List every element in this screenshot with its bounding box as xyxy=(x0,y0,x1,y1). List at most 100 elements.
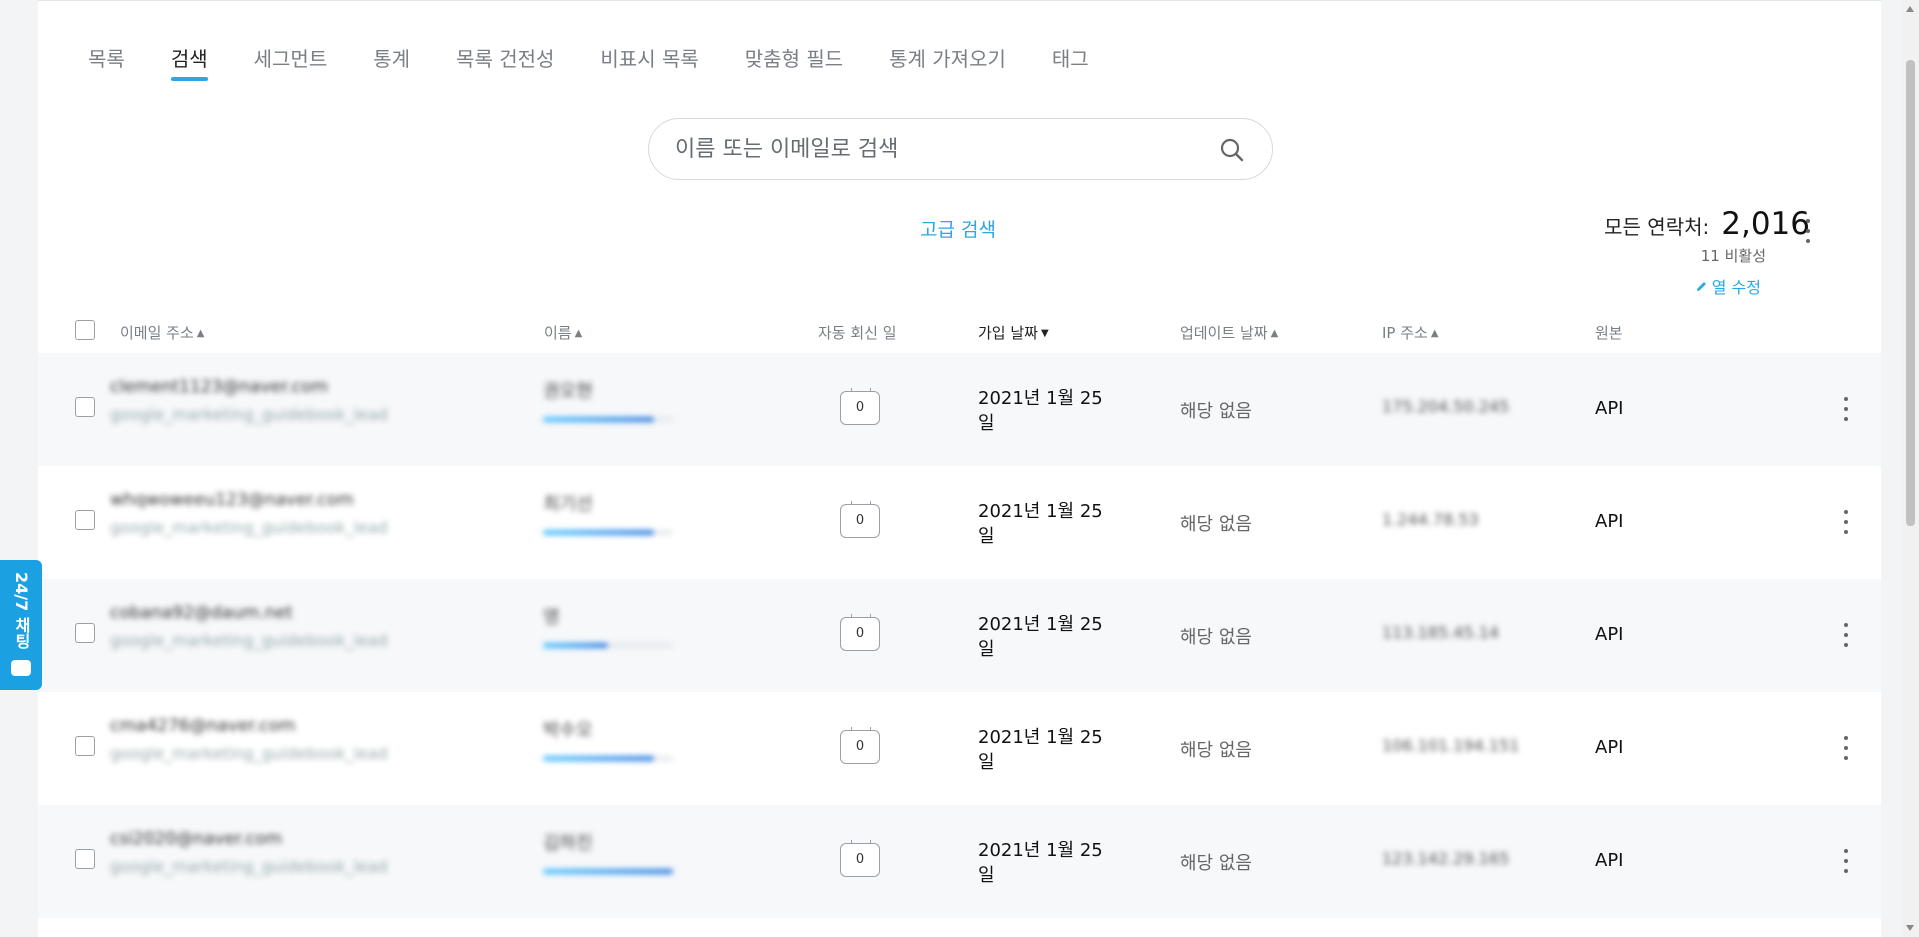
updated-date: 해당 없음 xyxy=(1180,853,1252,874)
updated-date: 해당 없음 xyxy=(1180,740,1252,761)
autoreply-calendar-icon: 0 xyxy=(840,388,880,425)
tab-import-stats[interactable]: 통계 가져오기 xyxy=(889,45,1006,81)
tab-custom-fields[interactable]: 맞춤형 필드 xyxy=(745,45,843,81)
contact-email-cell[interactable]: whqwoweeu123@naver.com google_marketing_g… xyxy=(110,490,410,537)
source: API xyxy=(1595,850,1624,871)
contact-name-cell: 김하진 xyxy=(543,829,693,874)
contact-name-cell: 영 xyxy=(543,603,693,648)
row-checkbox[interactable] xyxy=(75,623,95,643)
contact-name: 박수오 xyxy=(543,720,593,741)
engagement-fill xyxy=(543,417,654,422)
contacts-summary: 모든 연락처: 2,016 xyxy=(1604,206,1810,242)
engagement-fill xyxy=(543,869,673,874)
select-all-checkbox[interactable] xyxy=(75,320,95,340)
contact-list-name: google_marketing_guidebook_lead xyxy=(110,857,388,876)
tab-stats[interactable]: 통계 xyxy=(373,45,410,81)
table-row[interactable]: cma4276@naver.com google_marketing_guideb… xyxy=(38,692,1881,805)
row-checkbox[interactable] xyxy=(75,397,95,417)
engagement-fill xyxy=(543,756,654,761)
col-joined-header[interactable]: 가입 날짜 ▼ xyxy=(978,322,1049,343)
row-menu-icon[interactable] xyxy=(1841,736,1851,760)
contact-email: cobana92@daum.net xyxy=(110,603,293,623)
engagement-bar xyxy=(543,417,673,422)
row-menu-icon[interactable] xyxy=(1841,849,1851,873)
tab-bar: 목록 검색 세그먼트 통계 목록 건전성 비표시 목록 맞춤형 필드 통계 가져… xyxy=(88,45,1135,85)
page-scrollbar[interactable] xyxy=(1902,0,1919,937)
tab-tags[interactable]: 태그 xyxy=(1052,45,1089,81)
ip-address: 113.185.45.14 xyxy=(1382,623,1500,642)
search-input[interactable] xyxy=(675,133,1195,165)
col-updated-header[interactable]: 업데이트 날짜 ▲ xyxy=(1180,322,1278,343)
contact-list-name: google_marketing_guidebook_lead xyxy=(110,744,388,763)
engagement-bar xyxy=(543,756,673,761)
contacts-menu-icon[interactable] xyxy=(1803,219,1813,243)
col-autoreply-header: 자동 회신 일 xyxy=(818,324,897,342)
col-source-header: 원본 xyxy=(1595,324,1623,342)
joined-date: 2021년 1월 25일 xyxy=(978,840,1103,886)
table-row[interactable]: whqwoweeu123@naver.com google_marketing_g… xyxy=(38,466,1881,579)
search-box xyxy=(648,118,1273,180)
autoreply-calendar-icon: 0 xyxy=(840,727,880,764)
contact-email: cma4276@naver.com xyxy=(110,716,296,736)
contact-name: 김하진 xyxy=(543,833,593,854)
contact-name-cell: 권오현 xyxy=(543,377,693,422)
autoreply-calendar-icon: 0 xyxy=(840,614,880,651)
contact-name-cell: 박수오 xyxy=(543,716,693,761)
scroll-thumb[interactable] xyxy=(1906,60,1915,526)
source: API xyxy=(1595,511,1624,532)
ip-address: 1.244.78.53 xyxy=(1382,510,1479,529)
ip-address: 175.204.50.245 xyxy=(1382,397,1510,416)
table-row[interactable]: clement1123@naver.com google_marketing_gu… xyxy=(38,353,1881,466)
col-email-header[interactable]: 이메일 주소 ▲ xyxy=(120,322,204,343)
table-row[interactable]: cobana92@daum.net google_marketing_guideb… xyxy=(38,579,1881,692)
tab-suppression-list[interactable]: 비표시 목록 xyxy=(600,45,698,81)
tab-list-health[interactable]: 목록 건전성 xyxy=(456,45,554,81)
sort-up-icon: ▲ xyxy=(574,328,583,339)
joined-date: 2021년 1월 25일 xyxy=(978,727,1103,773)
row-menu-icon[interactable] xyxy=(1841,623,1851,647)
search-icon[interactable] xyxy=(1218,136,1246,164)
advanced-search-link[interactable]: 고급 검색 xyxy=(920,215,996,242)
row-menu-icon[interactable] xyxy=(1841,397,1851,421)
contact-email-cell[interactable]: cma4276@naver.com google_marketing_guideb… xyxy=(110,716,410,763)
sort-down-icon: ▼ xyxy=(1040,328,1049,339)
joined-date: 2021년 1월 25일 xyxy=(978,501,1103,547)
chat-bubble-icon xyxy=(11,660,31,676)
pencil-icon xyxy=(1696,282,1706,291)
row-checkbox[interactable] xyxy=(75,736,95,756)
ip-address: 123.142.29.165 xyxy=(1382,849,1510,868)
source: API xyxy=(1595,398,1624,419)
engagement-fill xyxy=(543,643,608,648)
table-row[interactable]: csi2020@naver.com google_marketing_guideb… xyxy=(38,805,1881,918)
tab-list[interactable]: 목록 xyxy=(88,45,125,81)
chat-label: 24/7 채팅 xyxy=(12,572,31,649)
source: API xyxy=(1595,624,1624,645)
contact-name: 최기선 xyxy=(543,494,593,515)
updated-date: 해당 없음 xyxy=(1180,627,1252,648)
contact-email-cell[interactable]: cobana92@daum.net google_marketing_guideb… xyxy=(110,603,410,650)
contact-list-name: google_marketing_guidebook_lead xyxy=(110,405,388,424)
joined-date: 2021년 1월 25일 xyxy=(978,388,1103,434)
joined-date: 2021년 1월 25일 xyxy=(978,614,1103,660)
edit-columns-button[interactable]: 열 수정 xyxy=(1695,274,1761,298)
chat-widget-button[interactable]: 24/7 채팅 xyxy=(0,560,42,690)
contact-email-cell[interactable]: clement1123@naver.com google_marketing_gu… xyxy=(110,377,410,424)
col-ip-header[interactable]: IP 주소 ▲ xyxy=(1382,322,1439,343)
table-header: 이메일 주소 ▲ 이름 ▲ 자동 회신 일 가입 날짜 ▼ 업데이트 날짜 ▲ IP 주… xyxy=(38,311,1881,351)
updated-date: 해당 없음 xyxy=(1180,401,1252,422)
col-name-header[interactable]: 이름 ▲ xyxy=(544,322,582,343)
row-checkbox[interactable] xyxy=(75,510,95,530)
contact-email: whqwoweeu123@naver.com xyxy=(110,490,354,510)
autoreply-calendar-icon: 0 xyxy=(840,501,880,538)
tab-search[interactable]: 검색 xyxy=(170,45,208,81)
updated-date: 해당 없음 xyxy=(1180,514,1252,535)
tab-segments[interactable]: 세그먼트 xyxy=(254,45,328,81)
row-checkbox[interactable] xyxy=(75,849,95,869)
sort-up-icon: ▲ xyxy=(196,328,205,339)
scroll-down-icon[interactable] xyxy=(1906,925,1914,931)
row-menu-icon[interactable] xyxy=(1841,510,1851,534)
scroll-up-icon[interactable] xyxy=(1906,6,1914,12)
contact-email-cell[interactable]: csi2020@naver.com google_marketing_guideb… xyxy=(110,829,410,876)
main-panel: 목록 검색 세그먼트 통계 목록 건전성 비표시 목록 맞춤형 필드 통계 가져… xyxy=(38,0,1881,937)
contact-name: 권오현 xyxy=(543,381,593,402)
